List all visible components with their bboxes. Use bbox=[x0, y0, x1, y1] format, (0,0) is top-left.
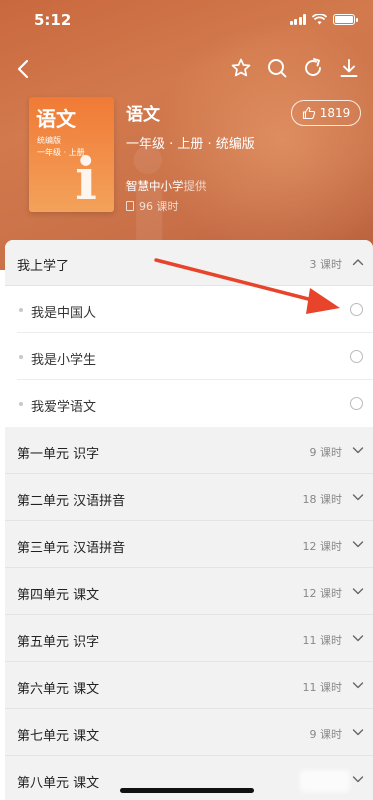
section-title: 第六单元 课文 bbox=[17, 682, 100, 697]
section-count: 12 课时 bbox=[302, 587, 343, 600]
status-bar: 5:12 bbox=[0, 0, 373, 44]
lesson-title: 我是小学生 bbox=[31, 353, 97, 368]
section-header[interactable]: 第二单元 汉语拼音 18 课时 bbox=[5, 475, 373, 521]
chevron-down-icon bbox=[352, 682, 364, 689]
cover-glyph: i bbox=[75, 145, 98, 212]
thumbs-up-icon bbox=[302, 106, 315, 120]
chevron-down-icon bbox=[352, 635, 364, 642]
lesson-count-text: 96 课时 bbox=[139, 200, 179, 213]
battery-icon bbox=[333, 14, 358, 25]
chevron-down-icon bbox=[352, 541, 364, 548]
refresh-icon[interactable] bbox=[301, 56, 325, 80]
like-button[interactable]: 1819 bbox=[291, 100, 361, 126]
book-provider: 智慧中小学提供 bbox=[126, 178, 207, 194]
like-count: 1819 bbox=[319, 106, 351, 120]
lesson-item[interactable]: 我爱学语文 bbox=[5, 380, 373, 427]
section-count: 18 课时 bbox=[302, 493, 343, 506]
section-title: 第二单元 汉语拼音 bbox=[17, 494, 126, 509]
section-header-expanded[interactable]: 我上学了 3 课时 bbox=[5, 240, 373, 286]
section-header[interactable]: 第七单元 课文 9 课时 bbox=[5, 710, 373, 756]
book-cover: 语文 统编版 一年级 · 上册 i bbox=[29, 97, 114, 212]
progress-circle-icon bbox=[350, 350, 363, 363]
chevron-up-icon bbox=[352, 259, 364, 266]
book-lesson-count: 96 课时 bbox=[126, 198, 179, 214]
chevron-left-icon[interactable] bbox=[10, 54, 40, 84]
lesson-title: 我是中国人 bbox=[31, 306, 97, 321]
bullet-icon bbox=[19, 402, 23, 406]
star-icon[interactable] bbox=[229, 56, 253, 80]
section-header[interactable]: 第五单元 识字 11 课时 bbox=[5, 616, 373, 662]
status-icons bbox=[289, 14, 358, 25]
section-header[interactable]: 第四单元 课文 12 课时 bbox=[5, 569, 373, 615]
lesson-item[interactable]: 我是小学生 bbox=[5, 333, 373, 380]
top-nav bbox=[0, 50, 373, 90]
section-title: 我上学了 bbox=[17, 259, 70, 274]
bottom-overlay bbox=[300, 770, 350, 792]
chevron-down-icon bbox=[352, 588, 364, 595]
bullet-icon bbox=[19, 355, 23, 359]
lesson-title: 我爱学语文 bbox=[31, 400, 97, 415]
catalog-sheet: 我上学了 3 课时 我是中国人 我是小学生 我爱学语文 第一单元 识字 9 课时… bbox=[5, 240, 373, 800]
document-icon bbox=[126, 201, 134, 211]
section-count: 9 课时 bbox=[309, 446, 343, 459]
section-title: 第三单元 汉语拼音 bbox=[17, 541, 126, 556]
section-count: 11 课时 bbox=[302, 634, 343, 647]
section-count: 12 课时 bbox=[302, 540, 343, 553]
provider-name: 智慧中小学 bbox=[126, 179, 184, 193]
provider-suffix: 提供 bbox=[183, 179, 207, 193]
wifi-icon bbox=[312, 14, 327, 25]
section-title: 第四单元 课文 bbox=[17, 588, 100, 603]
section-count: 3 课时 bbox=[309, 258, 343, 271]
chevron-down-icon bbox=[352, 447, 364, 454]
bullet-icon bbox=[19, 308, 23, 312]
section-title: 第八单元 课文 bbox=[17, 776, 100, 791]
section-header[interactable]: 第六单元 课文 11 课时 bbox=[5, 663, 373, 709]
section-title: 第七单元 课文 bbox=[17, 729, 100, 744]
section-count: 9 课时 bbox=[309, 728, 343, 741]
signal-icon bbox=[289, 14, 306, 25]
search-icon[interactable] bbox=[265, 56, 289, 80]
download-icon[interactable] bbox=[337, 56, 361, 80]
chevron-down-icon bbox=[352, 729, 364, 736]
cover-title: 语文 bbox=[36, 107, 76, 131]
lesson-item[interactable]: 我是中国人 bbox=[5, 286, 373, 333]
chevron-down-icon bbox=[352, 776, 364, 783]
cover-edition: 统编版 bbox=[37, 136, 61, 145]
section-title: 第五单元 识字 bbox=[17, 635, 100, 650]
book-meta: 一年级 · 上册 · 统编版 bbox=[126, 137, 255, 152]
status-time: 5:12 bbox=[34, 11, 72, 29]
section-title: 第一单元 识字 bbox=[17, 447, 100, 462]
section-header[interactable]: 第三单元 汉语拼音 12 课时 bbox=[5, 522, 373, 568]
progress-circle-icon bbox=[350, 303, 363, 316]
progress-circle-icon bbox=[350, 397, 363, 410]
section-header[interactable]: 第一单元 识字 9 课时 bbox=[5, 428, 373, 474]
chevron-down-icon bbox=[352, 494, 364, 501]
section-count: 11 课时 bbox=[302, 681, 343, 694]
home-indicator[interactable] bbox=[120, 788, 254, 793]
book-title: 语文 bbox=[126, 105, 160, 125]
